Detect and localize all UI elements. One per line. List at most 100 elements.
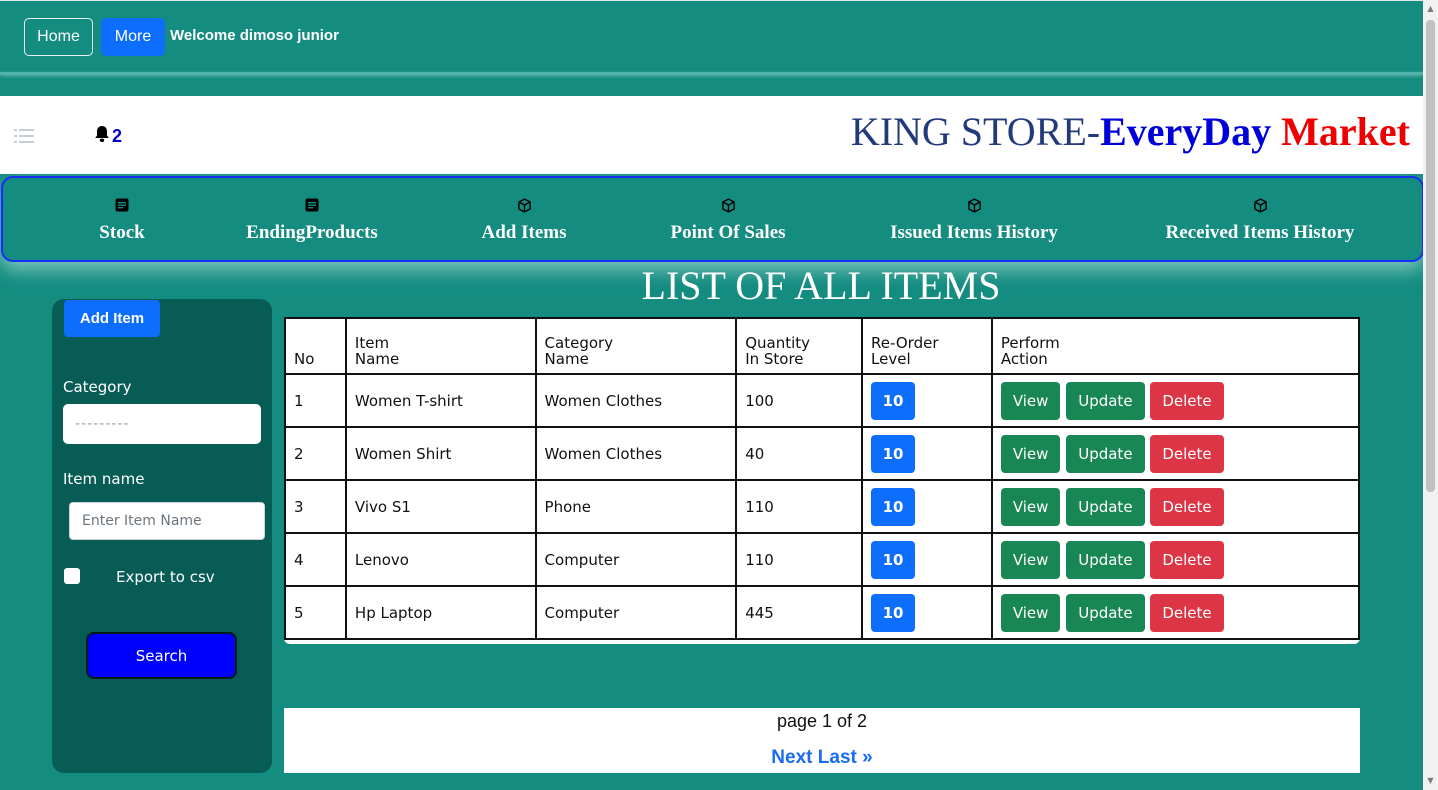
update-button[interactable]: Update xyxy=(1066,434,1145,473)
page-status: page 1 of 2 xyxy=(776,711,868,731)
cell-no: 5 xyxy=(284,585,347,640)
delete-button[interactable]: Delete xyxy=(1150,434,1224,473)
box-icon xyxy=(1253,196,1268,214)
nav-item-label: Add Items xyxy=(481,222,567,243)
table-row: 4 Lenovo Computer 110 10 View Update Del… xyxy=(284,532,1361,587)
nav-item-add-items[interactable]: Add Items xyxy=(473,178,575,260)
view-button[interactable]: View xyxy=(1000,593,1061,632)
cell-no: 2 xyxy=(284,426,347,481)
delete-button[interactable]: Delete xyxy=(1150,540,1224,579)
cell-actions: View Update Delete xyxy=(990,532,1361,587)
cell-quantity: 110 xyxy=(735,532,864,587)
column-header-category-name: Category Name xyxy=(534,317,738,375)
cell-reorder: 10 xyxy=(861,426,993,481)
cell-reorder: 10 xyxy=(861,585,993,640)
notifications[interactable]: 2 xyxy=(94,125,122,147)
cell-actions: View Update Delete xyxy=(990,585,1361,640)
cell-category: Computer xyxy=(534,585,738,640)
scroll-up-arrow-icon[interactable]: ▲ xyxy=(1426,4,1435,14)
nav-item-stock[interactable]: Stock xyxy=(87,178,157,260)
cell-quantity: 100 xyxy=(735,373,864,428)
cell-item-name: Lenovo xyxy=(344,532,537,587)
box-icon xyxy=(967,196,982,214)
cell-reorder: 10 xyxy=(861,479,993,534)
table-row: 5 Hp Laptop Computer 445 10 View Update … xyxy=(284,585,1361,640)
top-navbar xyxy=(0,0,1423,96)
cell-quantity: 110 xyxy=(735,479,864,534)
reorder-level-badge[interactable]: 10 xyxy=(871,487,916,526)
pagination: page 1 of 2 Next Last » xyxy=(284,708,1360,773)
last-page-link[interactable]: Last » xyxy=(818,747,873,768)
nav-item-label: EndingProducts xyxy=(246,222,378,243)
reorder-level-badge[interactable]: 10 xyxy=(871,540,916,579)
document-icon xyxy=(305,196,319,214)
column-header-action: Perform Action xyxy=(990,317,1361,375)
nav-item-point-of-sales[interactable]: Point Of Sales xyxy=(661,178,795,260)
delete-button[interactable]: Delete xyxy=(1150,381,1224,420)
cell-category: Phone xyxy=(534,479,738,534)
reorder-level-badge[interactable]: 10 xyxy=(871,593,916,632)
cell-no: 1 xyxy=(284,373,347,428)
update-button[interactable]: Update xyxy=(1066,593,1145,632)
cell-category: Women Clothes xyxy=(534,426,738,481)
bell-icon xyxy=(94,125,110,147)
nav-item-label: Point Of Sales xyxy=(670,222,786,243)
view-button[interactable]: View xyxy=(1000,540,1061,579)
update-button[interactable]: Update xyxy=(1066,381,1145,420)
search-button[interactable]: Search xyxy=(86,632,237,679)
nav-item-issued-items-history[interactable]: Issued Items History xyxy=(879,178,1069,260)
cell-reorder: 10 xyxy=(861,373,993,428)
delete-button[interactable]: Delete xyxy=(1150,593,1224,632)
cell-reorder: 10 xyxy=(861,532,993,587)
next-page-link[interactable]: Next xyxy=(771,747,812,768)
nav-item-label: Issued Items History xyxy=(890,222,1058,243)
category-label: Category xyxy=(63,378,132,396)
item-name-label: Item name xyxy=(63,470,145,488)
box-icon xyxy=(721,196,736,214)
update-button[interactable]: Update xyxy=(1066,540,1145,579)
table-row: 2 Women Shirt Women Clothes 40 10 View U… xyxy=(284,426,1361,481)
pagination-links: Next Last » xyxy=(284,747,1360,769)
nav-item-received-items-history[interactable]: Received Items History xyxy=(1153,178,1367,260)
column-header-quantity: Quantity In Store xyxy=(735,317,864,375)
cell-quantity: 445 xyxy=(735,585,864,640)
view-button[interactable]: View xyxy=(1000,487,1061,526)
items-table: No Item Name Category Name Quantity In Stor… xyxy=(284,317,1361,640)
brand-part-1: KING STORE- xyxy=(850,109,1101,154)
cell-item-name: Vivo S1 xyxy=(344,479,537,534)
reorder-level-badge[interactable]: 10 xyxy=(871,434,916,473)
main-nav: Stock EndingProducts Add Items Point Of … xyxy=(1,176,1424,262)
delete-button[interactable]: Delete xyxy=(1150,487,1224,526)
nav-item-label: Stock xyxy=(99,222,145,243)
category-select[interactable]: --------- xyxy=(63,404,261,444)
table-row: 1 Women T-shirt Women Clothes 100 10 Vie… xyxy=(284,373,1361,428)
export-csv-label: Export to csv xyxy=(116,568,215,586)
nav-item-ending-products[interactable]: EndingProducts xyxy=(237,178,387,260)
welcome-text: Welcome dimoso junior xyxy=(170,27,339,44)
export-csv-checkbox[interactable] xyxy=(64,568,80,584)
column-header-no: No xyxy=(284,317,347,375)
cell-actions: View Update Delete xyxy=(990,479,1361,534)
item-name-input[interactable] xyxy=(69,502,265,540)
more-button[interactable]: More xyxy=(101,18,165,56)
update-button[interactable]: Update xyxy=(1066,487,1145,526)
table-row: 3 Vivo S1 Phone 110 10 View Update Delet… xyxy=(284,479,1361,534)
cell-category: Computer xyxy=(534,532,738,587)
cell-item-name: Women Shirt xyxy=(344,426,537,481)
add-item-button[interactable]: Add Item xyxy=(64,300,160,337)
view-button[interactable]: View xyxy=(1000,434,1061,473)
cell-category: Women Clothes xyxy=(534,373,738,428)
cell-actions: View Update Delete xyxy=(990,426,1361,481)
reorder-level-badge[interactable]: 10 xyxy=(871,381,916,420)
brand-part-2: EveryDay xyxy=(1100,109,1272,154)
notification-count: 2 xyxy=(112,125,123,146)
navbar-divider xyxy=(0,72,1423,75)
scroll-down-arrow-icon[interactable]: ▼ xyxy=(1426,776,1435,786)
view-button[interactable]: View xyxy=(1000,381,1061,420)
home-button[interactable]: Home xyxy=(24,18,93,56)
items-table-container: No Item Name Category Name Quantity In Stor… xyxy=(284,317,1361,644)
scrollbar-thumb[interactable] xyxy=(1426,20,1435,492)
list-icon[interactable] xyxy=(14,128,34,144)
cell-item-name: Hp Laptop xyxy=(344,585,537,640)
cell-no: 4 xyxy=(284,532,347,587)
